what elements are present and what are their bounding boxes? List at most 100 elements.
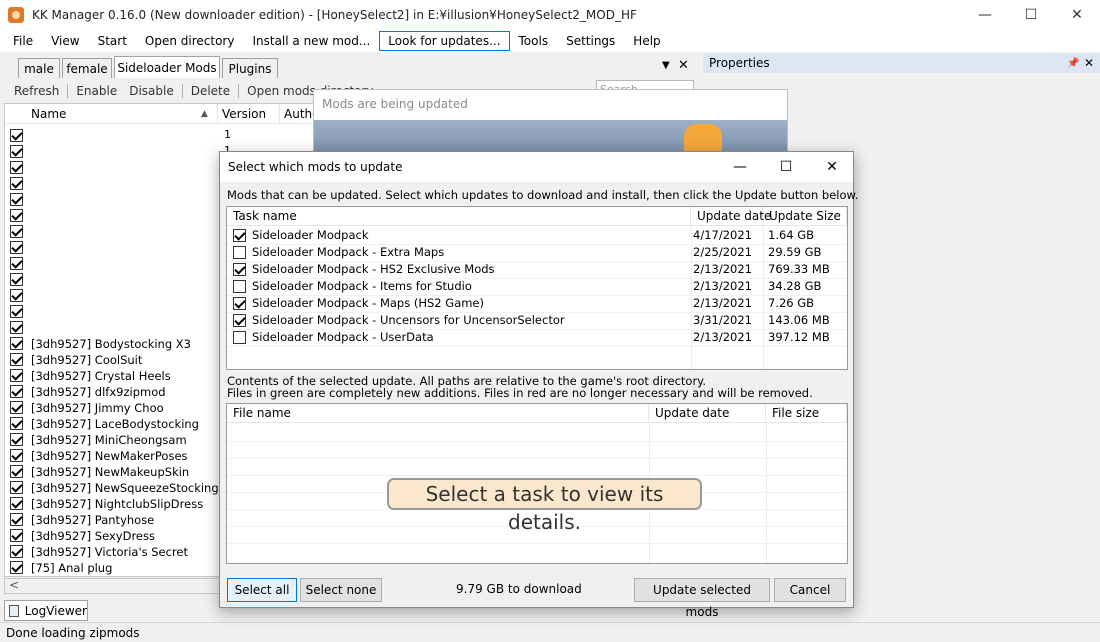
- log-icon: [9, 604, 19, 617]
- mod-enabled-checkbox[interactable]: [10, 369, 23, 382]
- task-checkbox[interactable]: [233, 297, 246, 310]
- maximize-button[interactable]: ☐: [1008, 0, 1054, 30]
- close-button[interactable]: ✕: [1054, 0, 1100, 30]
- mod-enabled-checkbox[interactable]: [10, 225, 23, 238]
- mod-enabled-checkbox[interactable]: [10, 353, 23, 366]
- mod-enabled-checkbox[interactable]: [10, 545, 23, 558]
- task-row[interactable]: Sideloader Modpack - Uncensors for Uncen…: [227, 312, 847, 329]
- mod-enabled-checkbox[interactable]: [10, 289, 23, 302]
- column-file-size[interactable]: File size: [766, 404, 847, 423]
- task-checkbox[interactable]: [233, 314, 246, 327]
- tab-dropdown-icon[interactable]: ▼: [662, 60, 670, 71]
- tab-female[interactable]: female: [62, 58, 112, 78]
- tab-plugins[interactable]: Plugins: [222, 58, 278, 78]
- log-viewer-tab[interactable]: LogViewer: [4, 600, 88, 621]
- task-checkbox[interactable]: [233, 280, 246, 293]
- toolbar-separator: [238, 83, 240, 98]
- mod-enabled-checkbox[interactable]: [10, 177, 23, 190]
- task-row[interactable]: Sideloader Modpack 4/17/2021 1.64 GB: [227, 227, 847, 244]
- cancel-button[interactable]: Cancel: [774, 578, 846, 602]
- tab-close-icon[interactable]: ✕: [678, 58, 689, 73]
- mod-enabled-checkbox[interactable]: [10, 129, 23, 142]
- mod-enabled-checkbox[interactable]: [10, 145, 23, 158]
- dialog-close-button[interactable]: ✕: [809, 152, 855, 182]
- mod-enabled-checkbox[interactable]: [10, 305, 23, 318]
- tab-sideloader-mods[interactable]: Sideloader Mods: [114, 56, 220, 78]
- dialog-minimize-button[interactable]: —: [717, 152, 763, 182]
- task-name: Sideloader Modpack - Extra Maps: [252, 245, 445, 259]
- column-name[interactable]: Name ▲: [5, 104, 218, 124]
- mod-enabled-checkbox[interactable]: [10, 209, 23, 222]
- menu-start[interactable]: Start: [89, 31, 136, 51]
- mod-enabled-checkbox[interactable]: [10, 385, 23, 398]
- select-all-button[interactable]: Select all: [227, 578, 297, 602]
- mod-enabled-checkbox[interactable]: [10, 417, 23, 430]
- mod-enabled-checkbox[interactable]: [10, 161, 23, 174]
- mod-enabled-checkbox[interactable]: [10, 337, 23, 350]
- minimize-button[interactable]: —: [962, 0, 1008, 30]
- menu-file[interactable]: File: [4, 31, 42, 51]
- menu-view[interactable]: View: [42, 31, 88, 51]
- mod-name: [3dh9527] SexyDress: [31, 529, 155, 543]
- files-list-header: File name Update date File size: [227, 404, 847, 423]
- mod-enabled-checkbox[interactable]: [10, 561, 23, 574]
- select-none-button[interactable]: Select none: [300, 578, 382, 602]
- task-row[interactable]: Sideloader Modpack - UserData 2/13/2021 39…: [227, 329, 847, 346]
- column-update-date[interactable]: Update date: [691, 207, 771, 226]
- grid-line: [227, 346, 847, 347]
- column-file-name[interactable]: File name: [227, 404, 649, 423]
- menu-settings[interactable]: Settings: [557, 31, 624, 51]
- column-task-name[interactable]: Task name: [227, 207, 691, 226]
- menu-install-mod[interactable]: Install a new mod...: [243, 31, 379, 51]
- properties-close-icon[interactable]: ✕: [1084, 54, 1094, 73]
- mod-enabled-checkbox[interactable]: [10, 529, 23, 542]
- scroll-left-icon[interactable]: <: [9, 578, 19, 592]
- properties-header: Properties 📌 ✕: [703, 54, 1100, 73]
- update-selected-mods-button[interactable]: Update selected mods: [634, 578, 770, 619]
- enable-button[interactable]: Enable: [70, 84, 123, 98]
- task-update-date: 2/13/2021: [693, 330, 752, 344]
- task-update-size: 1.64 GB: [768, 228, 815, 242]
- task-checkbox[interactable]: [233, 229, 246, 242]
- column-version[interactable]: Version: [218, 104, 280, 124]
- mod-enabled-checkbox[interactable]: [10, 449, 23, 462]
- mod-enabled-checkbox[interactable]: [10, 241, 23, 254]
- tab-male[interactable]: male: [18, 58, 60, 78]
- delete-button[interactable]: Delete: [185, 84, 236, 98]
- dialog-maximize-button[interactable]: ☐: [763, 152, 809, 182]
- task-checkbox[interactable]: [233, 331, 246, 344]
- column-file-date[interactable]: Update date: [649, 404, 766, 423]
- mod-name: [3dh9527] MiniCheongsam: [31, 433, 187, 447]
- mod-enabled-checkbox[interactable]: [10, 481, 23, 494]
- refresh-button[interactable]: Refresh: [8, 84, 65, 98]
- window-title: KK Manager 0.16.0 (New downloader editio…: [32, 8, 637, 22]
- task-row[interactable]: Sideloader Modpack - Items for Studio 2/1…: [227, 278, 847, 295]
- mod-enabled-checkbox[interactable]: [10, 401, 23, 414]
- task-checkbox[interactable]: [233, 263, 246, 276]
- pin-icon[interactable]: 📌: [1067, 54, 1079, 73]
- grid-line: [227, 441, 847, 442]
- disable-button[interactable]: Disable: [123, 84, 180, 98]
- menu-tools[interactable]: Tools: [510, 31, 558, 51]
- task-update-size: 29.59 GB: [768, 245, 822, 259]
- column-update-size[interactable]: Update Size: [763, 207, 847, 226]
- menu-help[interactable]: Help: [624, 31, 669, 51]
- mod-enabled-checkbox[interactable]: [10, 497, 23, 510]
- mod-enabled-checkbox[interactable]: [10, 321, 23, 334]
- menu-look-for-updates[interactable]: Look for updates...: [379, 31, 510, 51]
- task-name: Sideloader Modpack - Maps (HS2 Game): [252, 296, 484, 310]
- mod-enabled-checkbox[interactable]: [10, 273, 23, 286]
- mod-enabled-checkbox[interactable]: [10, 257, 23, 270]
- mod-enabled-checkbox[interactable]: [10, 193, 23, 206]
- task-update-date: 2/13/2021: [693, 296, 752, 310]
- files-list: File name Update date File size Select a…: [226, 403, 848, 564]
- task-row[interactable]: Sideloader Modpack - HS2 Exclusive Mods 2…: [227, 261, 847, 278]
- mod-enabled-checkbox[interactable]: [10, 465, 23, 478]
- mod-enabled-checkbox[interactable]: [10, 433, 23, 446]
- task-row[interactable]: Sideloader Modpack - Maps (HS2 Game) 2/13…: [227, 295, 847, 312]
- menu-open-directory[interactable]: Open directory: [136, 31, 244, 51]
- mod-enabled-checkbox[interactable]: [10, 513, 23, 526]
- task-update-date: 4/17/2021: [693, 228, 752, 242]
- task-checkbox[interactable]: [233, 246, 246, 259]
- task-row[interactable]: Sideloader Modpack - Extra Maps 2/25/2021…: [227, 244, 847, 261]
